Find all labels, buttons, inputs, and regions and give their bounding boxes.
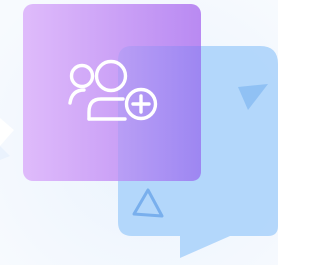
illustration-canvas [0, 0, 278, 265]
add-user-illustration [0, 0, 278, 265]
